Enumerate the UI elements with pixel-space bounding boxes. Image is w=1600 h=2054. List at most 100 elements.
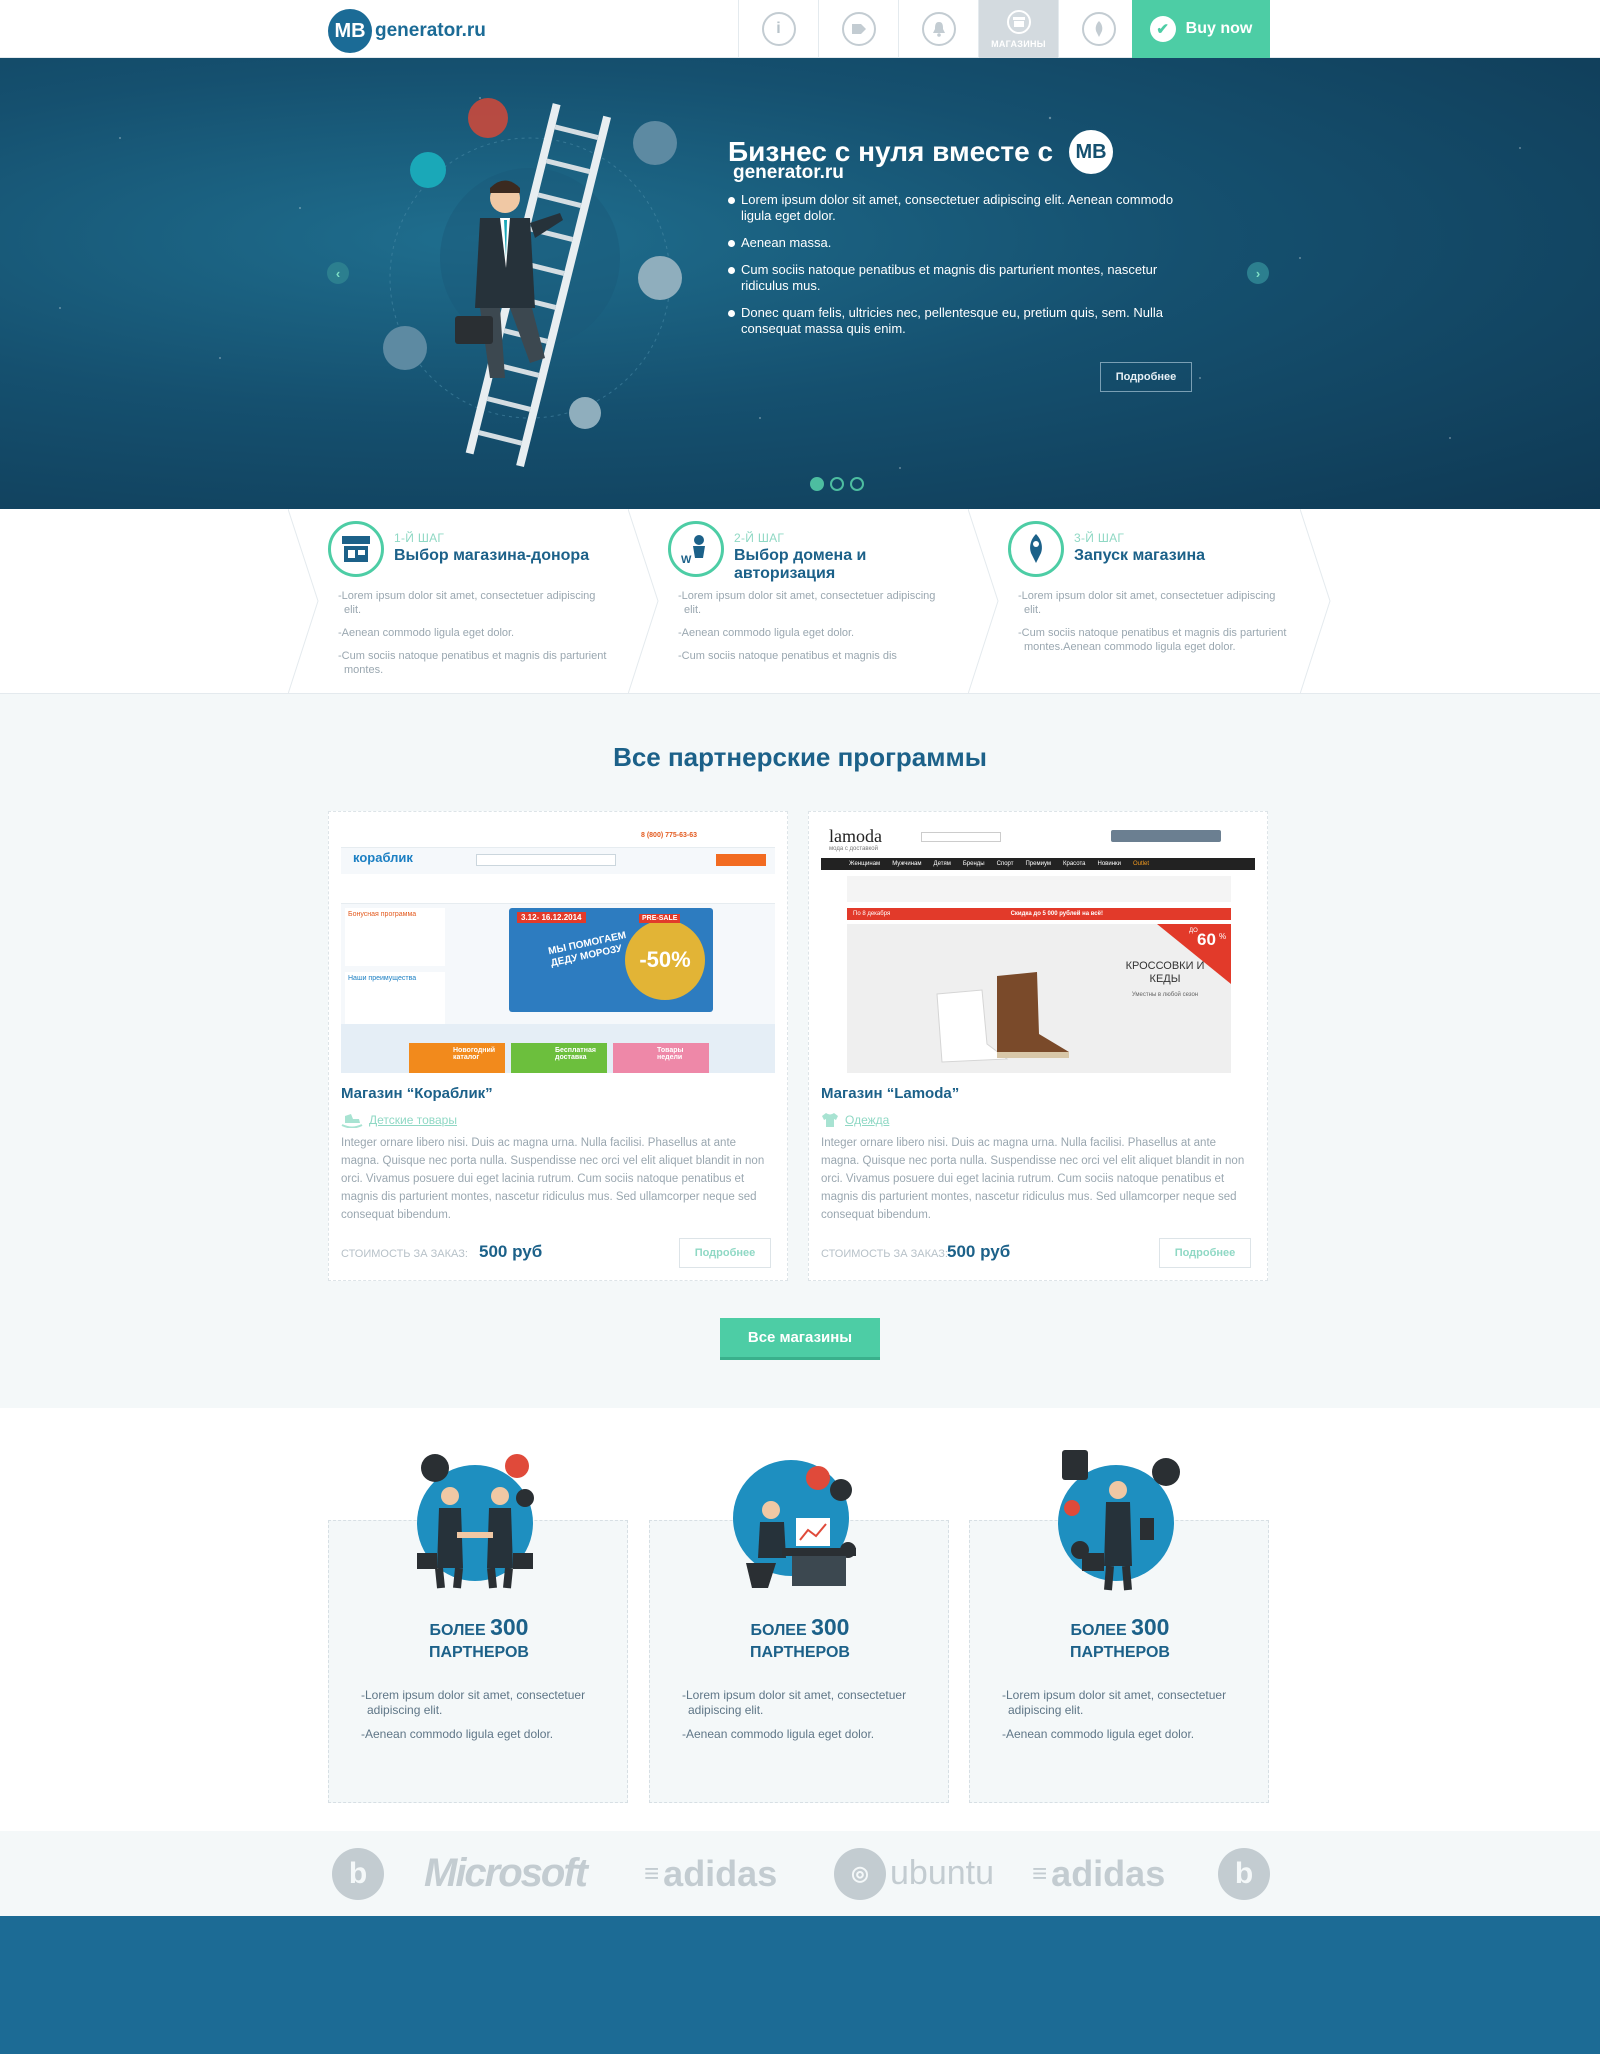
slider-dot[interactable]	[830, 477, 844, 491]
step-item: -Lorem ipsum dolor sit amet, consectetue…	[678, 590, 936, 616]
hero-more-button[interactable]: Подробнее	[1100, 362, 1192, 392]
partner-card-korablik: кораблик 8 (800) 775-63-63 Бонусная прог…	[328, 811, 788, 1281]
stat-number: 300	[811, 1614, 850, 1640]
korablik-phone: 8 (800) 775-63-63	[641, 832, 698, 839]
all-shops-button[interactable]: Все магазины	[720, 1318, 880, 1360]
category-link[interactable]: Детские товары	[369, 1113, 457, 1127]
stat-headline: БОЛЕЕ 300 ПАРТНЕРОВ	[329, 1616, 629, 1664]
steps-section: 1-Й ШАГ Выбор магазина-донора -Lorem ips…	[0, 509, 1600, 694]
step-item: -Cum sociis natoque penatibus et magnis …	[1018, 627, 1287, 653]
card-title[interactable]: Магазин “Lamoda”	[821, 1085, 959, 1102]
stat-item: -Lorem ipsum dolor sit amet, consectetue…	[361, 1688, 586, 1717]
card-more-button[interactable]: Подробнее	[679, 1238, 771, 1268]
menu-item: Новинки	[1097, 861, 1121, 867]
lamoda-logo: lamoda	[829, 826, 882, 846]
info-icon: i	[761, 12, 796, 46]
sale-bar-text: Скидка до 5 000 рублей на всё!	[1010, 911, 1103, 917]
check-icon: ✔	[1149, 16, 1176, 42]
stat-number: 300	[490, 1614, 529, 1640]
adidas-text: adidas	[1051, 1852, 1166, 1894]
brand-logo-ubuntu[interactable]: ◎ ubuntu	[834, 1831, 994, 1916]
korablik-promo-banner: 3.12- 16.12.2014 МЫ ПОМОГАЕМ ДЕДУ МОРОЗУ…	[509, 908, 713, 1012]
logo-text: generator.ru	[375, 20, 486, 41]
tshirt-icon	[822, 1113, 838, 1127]
shop-icon	[1006, 9, 1031, 34]
nav-bell[interactable]	[898, 0, 978, 58]
brand-logo-microsoft[interactable]: Microsoft	[424, 1831, 588, 1916]
stats-section: БОЛЕЕ 300 ПАРТНЕРОВ -Lorem ipsum dolor s…	[0, 1408, 1600, 1831]
slider-dot-active[interactable]	[810, 477, 824, 491]
slider-dot[interactable]	[850, 477, 864, 491]
step-item: -Lorem ipsum dolor sit amet, consectetue…	[338, 590, 596, 616]
partner-card-lamoda: lamoda мода с доставкой Женщинам Мужчина…	[808, 811, 1268, 1281]
card-category[interactable]: Детские товары	[341, 1112, 457, 1128]
promo-presale: PRE-SALE	[639, 914, 681, 923]
category-link[interactable]: Одежда	[845, 1113, 889, 1127]
hero-bullet: Cum sociis natoque penatibus et magnis d…	[728, 262, 1188, 294]
step-item: -Aenean commodo ligula eget dolor.	[338, 627, 515, 639]
menu-item: Женщинам	[849, 861, 881, 867]
nav-shops[interactable]: МАГАЗИНЫ	[978, 0, 1058, 58]
stat-suffix: ПАРТНЕРОВ	[750, 1644, 850, 1661]
hero-bullet: Lorem ipsum dolor sit amet, consectetuer…	[728, 192, 1188, 224]
bell-icon	[921, 12, 956, 46]
step-item: -Lorem ipsum dolor sit amet, consectetue…	[1018, 590, 1276, 616]
stat-item: -Aenean commodo ligula eget dolor.	[361, 1727, 554, 1741]
price-label: СТОИМОСТЬ ЗА ЗАКАЗ:	[821, 1248, 948, 1260]
hero-next-arrow[interactable]: ›	[1247, 262, 1269, 284]
step-number: 3-Й ШАГ	[1074, 531, 1125, 545]
stat-headline: БОЛЕЕ 300 ПАРТНЕРОВ	[970, 1616, 1270, 1664]
menu-item: Бренды	[962, 861, 985, 867]
menu-item: Спорт	[996, 861, 1014, 867]
site-header: MB generator.ru i МАГАЗИНЫ ✔ Buy now	[0, 0, 1600, 58]
stat-prefix: БОЛЕЕ	[750, 1622, 807, 1639]
sneakers-image	[936, 924, 1231, 1063]
hero-title: Бизнес с нуля вместе с MB generator.ru	[728, 130, 1114, 183]
card-category[interactable]: Одежда	[821, 1112, 889, 1128]
store-screenshot[interactable]: lamoda мода с доставкой Женщинам Мужчина…	[821, 824, 1255, 1073]
step-number: 1-Й ШАГ	[394, 531, 445, 545]
brand-logo-bitrix[interactable]: b	[332, 1831, 384, 1916]
ubuntu-icon: ◎	[834, 1847, 886, 1900]
stat-suffix: ПАРТНЕРОВ	[429, 1644, 529, 1661]
card-title[interactable]: Магазин “Кораблик”	[341, 1085, 493, 1102]
brands-strip: b Microsoft ≡ adidas ◎ ubuntu ≡ adidas b	[0, 1831, 1600, 1916]
logo[interactable]: MB generator.ru	[328, 9, 486, 53]
nav-tag[interactable]	[818, 0, 898, 58]
card-description: Integer ornare libero nisi. Duis ac magn…	[341, 1137, 765, 1221]
office-desk-illustration	[733, 1460, 856, 1588]
buy-now-label: Buy now	[1185, 20, 1253, 37]
step-list: -Lorem ipsum dolor sit amet, consectetue…	[338, 589, 608, 686]
card-more-button[interactable]: Подробнее	[1159, 1238, 1251, 1268]
nav-rocket[interactable]	[1058, 0, 1138, 58]
logo-badge: MB	[328, 9, 372, 53]
rocket-icon	[1008, 521, 1064, 577]
brand-logo-bitrix[interactable]: b	[1218, 1831, 1270, 1916]
menu-item: Outlet	[1132, 861, 1149, 867]
tile-week: Товары недели	[613, 1043, 709, 1073]
adidas-stripes-icon: ≡	[644, 1858, 660, 1888]
hero-prev-arrow[interactable]: ‹	[327, 262, 349, 284]
brand-logo-adidas[interactable]: ≡ adidas	[644, 1831, 777, 1916]
bitrix-icon: b	[332, 1847, 384, 1900]
store-icon	[328, 521, 384, 577]
stat-suffix: ПАРТНЕРОВ	[1070, 1644, 1170, 1661]
nav-info[interactable]: i	[738, 0, 818, 58]
step-list: -Lorem ipsum dolor sit amet, consectetue…	[678, 589, 948, 672]
site-footer	[0, 1916, 1600, 2054]
menu-item: Премиум	[1025, 861, 1052, 867]
menu-item: Красота	[1063, 861, 1086, 867]
price-value: 500 руб	[947, 1242, 1011, 1261]
slider-dots	[810, 477, 870, 491]
brand-logo-adidas[interactable]: ≡ adidas	[1032, 1831, 1165, 1916]
stat-number: 300	[1131, 1614, 1170, 1640]
ladder-businessman-illustration	[383, 98, 682, 468]
promo-discount: -50%	[625, 920, 705, 1000]
store-screenshot[interactable]: кораблик 8 (800) 775-63-63 Бонусная прог…	[341, 824, 775, 1073]
card-description: Integer ornare libero nisi. Duis ac magn…	[821, 1137, 1245, 1221]
buy-now-button[interactable]: ✔ Buy now	[1132, 0, 1270, 58]
step-list: -Lorem ipsum dolor sit amet, consectetue…	[1018, 589, 1288, 663]
nav-shops-label: МАГАЗИНЫ	[991, 38, 1046, 49]
step-2: W 2-Й ШАГ Выбор домена и авторизация -Lo…	[628, 509, 968, 694]
korablik-logo: кораблик	[353, 850, 413, 865]
